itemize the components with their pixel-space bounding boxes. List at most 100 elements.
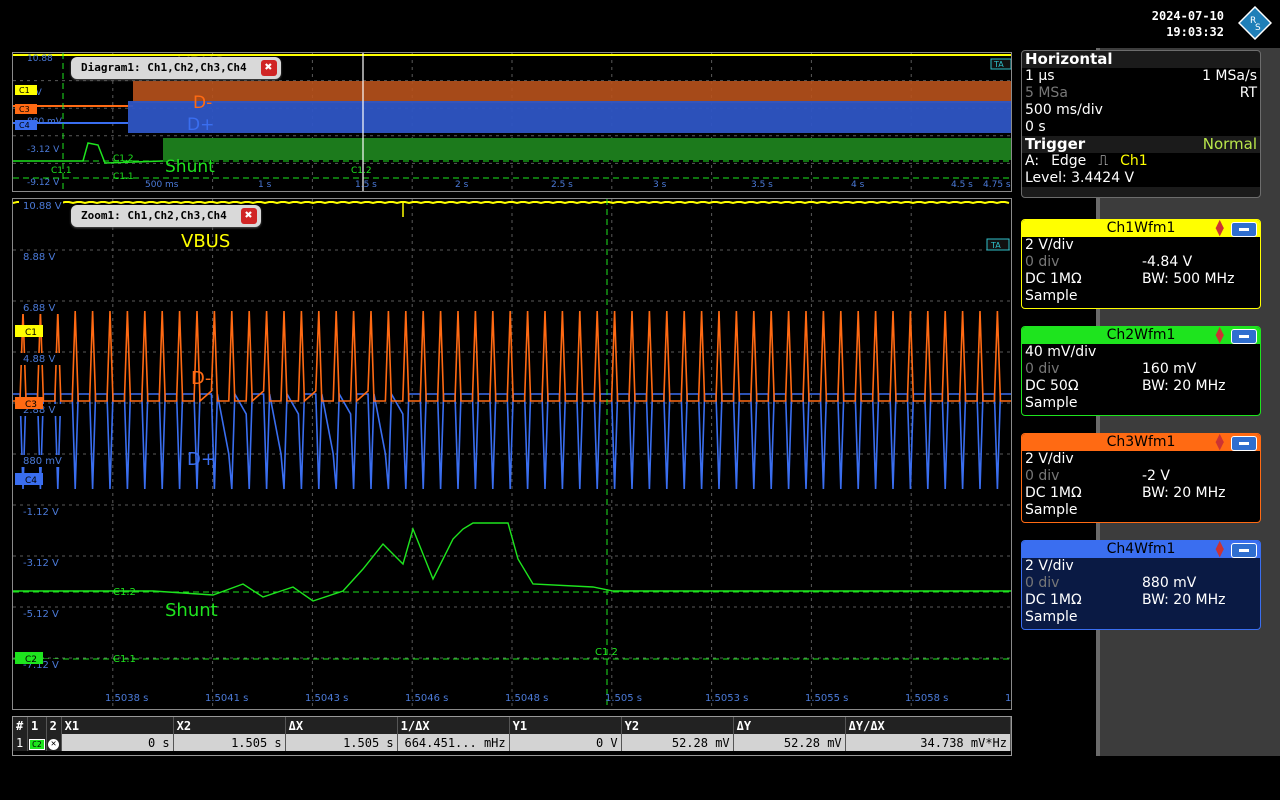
cursor-disable-cell[interactable]: ✕ (46, 734, 62, 751)
channel-header[interactable]: Ch4Wfm1 ▲ ▼ (1022, 539, 1260, 558)
sample-rate[interactable]: 1 MSa/s (1202, 68, 1257, 85)
time-scale[interactable]: 1 µs (1025, 68, 1055, 85)
ta-badge: TA (993, 60, 1004, 69)
dplus-label: D+ (187, 449, 216, 470)
meas-inv-dx: 664.451... mHz (397, 734, 510, 751)
meas-header-9: ΔY (733, 717, 846, 734)
channel-acq: Sample (1025, 502, 1078, 518)
offset-row[interactable]: 0 div 160 mV (1022, 361, 1260, 378)
cursor-label: C1.2 (113, 587, 136, 598)
offset-div: 0 div (1025, 575, 1060, 591)
minimize-button[interactable] (1231, 436, 1257, 451)
channel-marker-label: C4 (25, 476, 37, 486)
x-tick-label: 4.75 s (983, 180, 1011, 190)
minimize-button[interactable] (1231, 329, 1257, 344)
offset-row[interactable]: 0 div -4.84 V (1022, 254, 1260, 271)
trigger-level-row[interactable]: Level: 3.4424 V (1022, 170, 1260, 187)
channel-panel-2[interactable]: Ch2Wfm1 ▲ ▼ 40 mV/div 0 div 160 mV DC 50Ω BW: 2… (1021, 325, 1261, 416)
zoom-close-button[interactable]: ✖ (240, 208, 257, 224)
channel-offset: 160 mV (1142, 361, 1197, 377)
diagram-close-button[interactable]: ✖ (260, 60, 277, 76)
scale-row[interactable]: 2 V/div (1022, 558, 1260, 575)
zoom-window[interactable]: C1.2 C1.1 C1.2 10.88 V 8.88 V 6.88 V 4.88 V 2.8… (12, 198, 1012, 710)
time-div[interactable]: 500 ms/div (1025, 102, 1103, 119)
channel-panel-4[interactable]: Ch4Wfm1 ▲ ▼ 2 V/div 0 div 880 mV DC 1MΩ BW: 20 … (1021, 539, 1261, 630)
coupling-row[interactable]: DC 50Ω BW: 20 MHz (1022, 378, 1260, 395)
channel-marker-label: C4 (19, 121, 30, 130)
measurement-value-row[interactable]: 1 C2 ✕ 0 s 1.505 s 1.505 s 664.451... mH… (13, 734, 1012, 751)
meas-header-4: X2 (173, 717, 286, 734)
dminus-label: D- (193, 93, 212, 113)
minimize-button[interactable] (1231, 543, 1257, 558)
shunt-trace (13, 522, 1011, 602)
coupling-row[interactable]: DC 1MΩ BW: 20 MHz (1022, 592, 1260, 609)
trigger-source-prefix: A: (1025, 153, 1040, 169)
y-tick-label: 8.88 V (23, 252, 55, 263)
scale-row[interactable]: 2 V/div (1022, 237, 1260, 254)
channel-bw: BW: 500 MHz (1142, 271, 1235, 287)
channel-panel-1[interactable]: Ch1Wfm1 ▲ ▼ 2 V/div 0 div -4.84 V DC 1MΩ BW: 50… (1021, 218, 1261, 309)
acq-row[interactable]: Sample (1022, 502, 1260, 519)
scale-row[interactable]: 2 V/div (1022, 451, 1260, 468)
trigger-header[interactable]: Trigger Normal (1022, 136, 1260, 153)
acq-row[interactable]: Sample (1022, 288, 1260, 305)
reorder-arrows-icon[interactable]: ▲ ▼ (1216, 325, 1224, 344)
channel-offset: -2 V (1142, 468, 1170, 484)
y-marker-label: -3.12 V (27, 145, 60, 155)
horizontal-header[interactable]: Horizontal (1022, 51, 1260, 68)
channel-coupling: DC 50Ω (1025, 378, 1079, 394)
trigger-source-row[interactable]: A: Edge ⎍ Ch1 (1022, 153, 1260, 170)
channel-header[interactable]: Ch3Wfm1 ▲ ▼ (1022, 432, 1260, 451)
trigger-channel: Ch1 (1120, 153, 1148, 169)
reorder-arrows-icon[interactable]: ▲ ▼ (1216, 539, 1224, 558)
diagram-title-tab[interactable]: Diagram1: Ch1,Ch2,Ch3,Ch4 ✖ (71, 57, 281, 79)
scale-row[interactable]: 40 mV/div (1022, 344, 1260, 361)
offset-row[interactable]: 0 div 880 mV (1022, 575, 1260, 592)
meas-header-10: ΔY/ΔX (845, 717, 1012, 734)
acq-row[interactable]: Sample (1022, 609, 1260, 626)
x-tick-label: 4 s (851, 180, 865, 190)
minimize-button[interactable] (1231, 222, 1257, 237)
coupling-row[interactable]: DC 1MΩ BW: 20 MHz (1022, 485, 1260, 502)
date-text: 2024-07-10 (1151, 9, 1224, 23)
trigger-mode[interactable]: Normal (1203, 136, 1257, 153)
meas-y2: 52.28 mV (621, 734, 734, 751)
dplus-band (128, 101, 1011, 133)
y-tick-label: -3.12 V (23, 558, 59, 569)
channel-panel-3[interactable]: Ch3Wfm1 ▲ ▼ 2 V/div 0 div -2 V DC 1MΩ BW: 20 MH… (1021, 432, 1261, 523)
cursor-source-cell[interactable]: C2 (27, 734, 47, 751)
channel-acq: Sample (1025, 609, 1078, 625)
cursor-label: C1.2 (113, 154, 134, 164)
diagram-window[interactable]: C1.2C1.1C1.2C1.110.888 V880 mV-3.12 V-9.… (12, 52, 1012, 192)
cursor-label: C1.1 (113, 172, 134, 182)
reorder-arrows-icon[interactable]: ▲ ▼ (1216, 432, 1224, 451)
x-tick-label: 3 s (653, 180, 667, 190)
svg-text:S: S (1255, 23, 1261, 33)
cursor-measurement-table[interactable]: #1 2 X1 X2 ΔX 1/ΔX Y1 Y2 ΔY ΔY/ΔX 1 C2 ✕ 0 s 1.50… (12, 716, 1012, 756)
reorder-arrows-icon[interactable]: ▲ ▼ (1216, 218, 1224, 237)
acq-row[interactable]: Sample (1022, 395, 1260, 412)
dminus-trace (13, 310, 1011, 403)
channel-name: Ch4Wfm1 (1106, 541, 1176, 557)
channel-acq: Sample (1025, 395, 1078, 411)
meas-slope: 34.738 mV*Hz (845, 734, 1012, 751)
channel-header[interactable]: Ch2Wfm1 ▲ ▼ (1022, 325, 1260, 344)
y-tick-label: 4.88 V (23, 354, 55, 365)
channel-bw: BW: 20 MHz (1142, 378, 1226, 394)
zoom-title-tab[interactable]: Zoom1: Ch1,Ch2,Ch3,Ch4 ✖ (71, 205, 261, 227)
channel-header[interactable]: Ch1Wfm1 ▲ ▼ (1022, 218, 1260, 237)
time-position[interactable]: 0 s (1025, 119, 1046, 136)
shunt-band (163, 138, 1011, 160)
channel-marker-label: C3 (25, 400, 37, 410)
zoom-plot[interactable]: C1.2C1.1C1.210.88 V8.88 V6.88 V4.88 V2.8… (13, 199, 1011, 709)
offset-row[interactable]: 0 div -2 V (1022, 468, 1260, 485)
coupling-row[interactable]: DC 1MΩ BW: 500 MHz (1022, 271, 1260, 288)
horizontal-trigger-panel[interactable]: Horizontal 1 µs 1 MSa/s 5 MSa RT 500 ms/… (1021, 50, 1261, 198)
meas-dy: 52.28 mV (733, 734, 846, 751)
x-tick-label: 1.5038 s (105, 693, 148, 704)
cursor-label: C1.1 (51, 166, 72, 176)
record-length[interactable]: 5 MSa (1025, 85, 1068, 102)
channel-marker-label: C3 (19, 105, 30, 114)
meas-header-2: 2 (46, 717, 62, 734)
acq-mode[interactable]: RT (1240, 85, 1257, 102)
